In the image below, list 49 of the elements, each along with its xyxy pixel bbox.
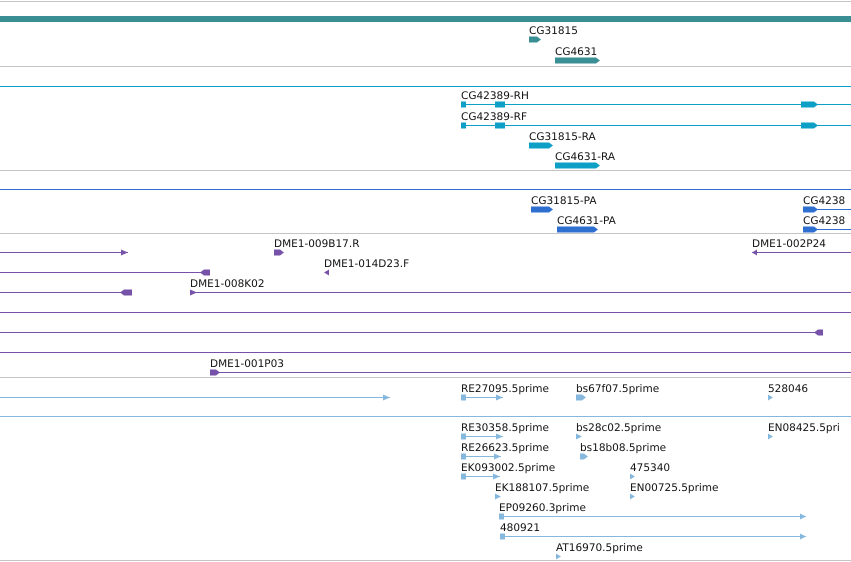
feature-label: EK188107.5prime: [495, 482, 590, 494]
feature-glyph[interactable]: [529, 36, 541, 42]
feature-glyph[interactable]: [752, 250, 851, 256]
feature-label: CG4631-RA: [555, 151, 616, 163]
feature-label: DME1-014D23.F: [324, 258, 410, 270]
feature-glyph[interactable]: [557, 226, 598, 232]
feature-label: DME1-008K02: [190, 278, 265, 290]
feature-glyph[interactable]: [531, 206, 553, 212]
feature-label: RE26623.5prime: [461, 442, 549, 454]
feature-label: EN08425.5pri: [768, 422, 840, 434]
feature-label: DME1-002P24: [752, 238, 826, 250]
feature-glyph[interactable]: [190, 290, 851, 296]
feature-label: EN00725.5prime: [630, 482, 718, 494]
feature-glyph[interactable]: [461, 102, 851, 108]
feature-label: bs28c02.5prime: [576, 422, 662, 434]
feature-label: RE30358.5prime: [461, 422, 549, 434]
feature-label: bs18b08.5prime: [580, 442, 666, 454]
feature-label: bs67f07.5prime: [576, 383, 660, 395]
feature-label: DME1-009B17.R: [274, 238, 360, 250]
feature-label: CG4631-PA: [557, 215, 616, 227]
feature-label: EK093002.5prime: [461, 462, 556, 474]
feature-label: CG31815-RA: [529, 131, 596, 143]
feature-glyph[interactable]: [803, 226, 851, 232]
feature-glyph[interactable]: [274, 250, 284, 256]
feature-glyph[interactable]: [803, 206, 851, 212]
feature-label: DME1-001P03: [210, 358, 284, 370]
feature-glyph[interactable]: [0, 330, 823, 336]
feature-glyph[interactable]: [324, 270, 329, 276]
feature-label: AT16970.5prime: [556, 542, 643, 554]
feature-label: CG4238: [803, 215, 846, 227]
feature-glyph[interactable]: [555, 58, 600, 64]
feature-label: 480921: [500, 522, 540, 534]
feature-glyph[interactable]: [461, 122, 851, 128]
feature-glyph[interactable]: [0, 250, 128, 256]
feature-glyph[interactable]: [555, 162, 600, 168]
feature-label: CG4238: [803, 195, 846, 207]
feature-label: CG42389-RH: [461, 90, 529, 102]
feature-label: CG4631: [555, 46, 598, 58]
feature-label: 528046: [768, 383, 808, 395]
feature-glyph[interactable]: [210, 370, 851, 376]
feature-glyph[interactable]: [0, 270, 210, 276]
feature-label: CG42389-RF: [461, 111, 527, 123]
feature-label: 475340: [630, 462, 670, 474]
feature-glyph[interactable]: [0, 290, 132, 296]
feature-label: CG31815-PA: [531, 195, 597, 207]
feature-glyph[interactable]: [529, 142, 553, 148]
feature-label: EP09260.3prime: [499, 502, 586, 514]
feature-label: CG31815: [529, 25, 578, 37]
feature-label: RE27095.5prime: [461, 383, 549, 395]
